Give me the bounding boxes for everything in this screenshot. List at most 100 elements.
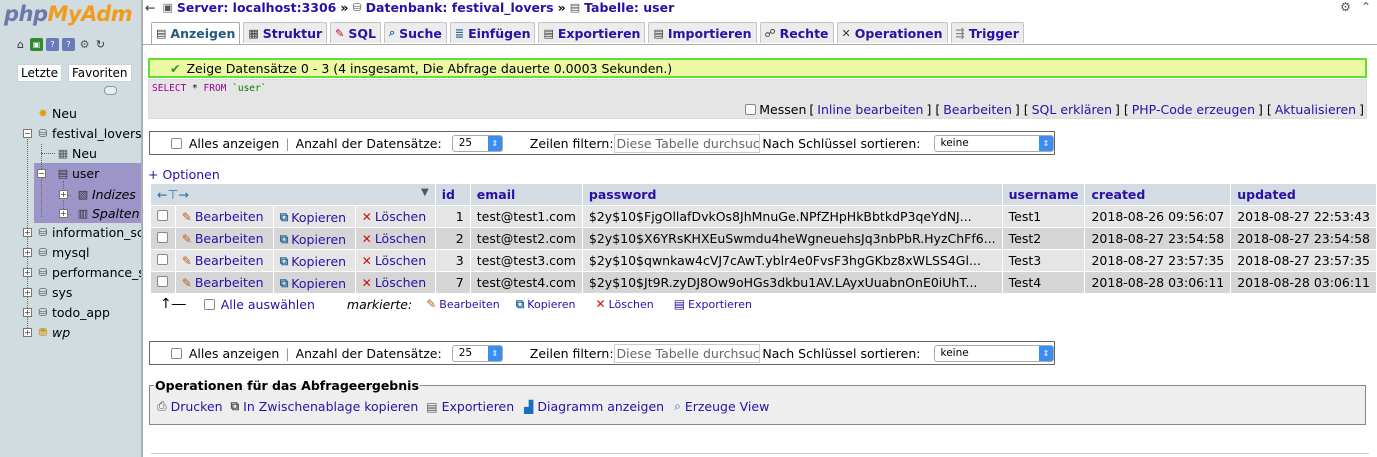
row-checkbox[interactable] xyxy=(157,276,168,287)
filter-rows-input[interactable]: Diese Tabelle durchsuchen xyxy=(613,133,761,153)
tab-sql[interactable]: ✎ SQL xyxy=(330,22,381,43)
sort-key-select[interactable]: keine ⇕ xyxy=(933,134,1055,152)
docs-icon[interactable]: ? xyxy=(62,38,75,51)
cell-id[interactable]: 1 xyxy=(435,206,470,227)
cell-created[interactable]: 2018-08-26 09:56:07 xyxy=(1085,206,1231,227)
row-delete-button[interactable]: ✕ Löschen xyxy=(362,231,426,246)
tab-insert[interactable]: ≣ Einfügen xyxy=(449,22,536,43)
create-view-link[interactable]: Erzeuge View xyxy=(685,399,769,414)
bulk-edit-button[interactable]: ✎ Bearbeiten xyxy=(426,297,500,311)
cell-username[interactable]: Test3 xyxy=(1002,250,1085,271)
tree-columns[interactable]: ▥ Spalten xyxy=(76,206,140,221)
expand-toggle-icon[interactable]: + xyxy=(23,308,32,317)
show-all-checkbox[interactable] xyxy=(171,137,182,149)
options-toggle[interactable]: + Optionen xyxy=(148,167,220,182)
tree-db-sys[interactable]: ⛁ sys xyxy=(36,285,72,300)
expand-toggle-icon[interactable]: + xyxy=(23,328,32,337)
cell-id[interactable]: 7 xyxy=(435,272,470,293)
row-checkbox[interactable] xyxy=(157,254,168,265)
cell-username[interactable]: Test4 xyxy=(1002,272,1085,293)
query-window-icon[interactable]: ? xyxy=(46,38,59,51)
logout-icon[interactable]: ▣ xyxy=(30,38,43,51)
row-edit-button[interactable]: ✎ Bearbeiten xyxy=(182,231,264,246)
tree-db-festival-lovers[interactable]: ⛁ festival_lovers xyxy=(36,126,141,141)
cell-created[interactable]: 2018-08-27 23:57:35 xyxy=(1085,250,1231,271)
tab-export[interactable]: ▤ Exportieren xyxy=(538,22,646,43)
row-checkbox[interactable] xyxy=(157,232,168,243)
tree-db-performance-schema[interactable]: ⛁ performance_s xyxy=(36,265,141,280)
filter-rows-input[interactable]: Diese Tabelle durchsuchen xyxy=(613,343,761,363)
tree-table-user[interactable]: ▤ user xyxy=(56,166,99,181)
cell-password[interactable]: $2y$10$FjgOllafDvkOs8JhMnuGe.NPfZHpHkBbt… xyxy=(582,206,1002,227)
cell-id[interactable]: 3 xyxy=(435,250,470,271)
recent-tab[interactable]: Letzte xyxy=(17,64,62,82)
cell-id[interactable]: 2 xyxy=(435,228,470,249)
tab-privileges[interactable]: ☍ Rechte xyxy=(759,22,834,43)
cell-updated[interactable]: 2018-08-27 23:54:58 xyxy=(1231,228,1376,249)
explain-sql-link[interactable]: SQL erklären xyxy=(1032,102,1112,117)
row-edit-button[interactable]: ✎ Bearbeiten xyxy=(182,275,264,290)
expand-toggle-icon[interactable]: + xyxy=(59,190,68,199)
tab-search[interactable]: ⌕ Suche xyxy=(383,22,447,43)
tree-db-information-schema[interactable]: ⛁ information_sc xyxy=(36,225,141,240)
column-visibility-dropdown-icon[interactable]: ▼ xyxy=(421,187,429,198)
row-edit-button[interactable]: ✎ Bearbeiten xyxy=(182,253,264,268)
tab-triggers[interactable]: ⇶ Trigger xyxy=(950,22,1024,43)
display-chart-link[interactable]: Diagramm anzeigen xyxy=(537,399,664,414)
cell-updated[interactable]: 2018-08-27 23:57:35 xyxy=(1231,250,1376,271)
row-copy-button[interactable]: ⧉ Kopieren xyxy=(280,210,346,225)
inline-edit-link[interactable]: Inline bearbeiten xyxy=(817,102,923,117)
tree-db-todo-app[interactable]: ⛁ todo_app xyxy=(36,305,110,320)
row-copy-button[interactable]: ⧉ Kopieren xyxy=(280,254,346,269)
collapse-toggle-icon[interactable]: − xyxy=(37,169,46,178)
cell-email[interactable]: test@test1.com xyxy=(470,206,582,227)
show-all-checkbox[interactable] xyxy=(171,347,182,359)
breadcrumb-database[interactable]: Datenbank: festival_lovers xyxy=(366,0,554,15)
row-delete-button[interactable]: ✕ Löschen xyxy=(362,209,426,224)
cell-password[interactable]: $2y$10$qwnkaw4cVJ7cAwT.yblr4e0FvsF3hgGKb… xyxy=(582,250,1002,271)
row-delete-button[interactable]: ✕ Löschen xyxy=(362,275,426,290)
column-header-created[interactable]: created xyxy=(1085,184,1231,205)
expand-toggle-icon[interactable]: + xyxy=(23,228,32,237)
bulk-delete-button[interactable]: ✕ Löschen xyxy=(596,297,654,311)
column-resize-icon[interactable]: ←⊤→ xyxy=(157,187,189,202)
export-link[interactable]: Exportieren xyxy=(442,399,515,414)
breadcrumb-table[interactable]: Tabelle: user xyxy=(584,0,674,15)
cell-password[interactable]: $2y$10$X6YRsKHXEuSwmdu4heWgneuehsJq3nbPb… xyxy=(582,228,1002,249)
copy-to-clipboard-link[interactable]: In Zwischenablage kopieren xyxy=(243,399,418,414)
phpmyadmin-logo[interactable]: phpMyAdm xyxy=(4,2,133,26)
cell-updated[interactable]: 2018-08-27 22:53:43 xyxy=(1231,206,1376,227)
tree-new-table[interactable]: ▦ Neu xyxy=(56,146,97,161)
link-with-main-icon[interactable] xyxy=(104,86,117,95)
row-copy-button[interactable]: ⧉ Kopieren xyxy=(280,276,346,291)
row-count-select[interactable]: 25 ⇕ xyxy=(451,344,503,362)
select-all-checkbox[interactable] xyxy=(203,298,215,310)
row-copy-button[interactable]: ⧉ Kopieren xyxy=(280,232,346,247)
edit-query-link[interactable]: Bearbeiten xyxy=(943,102,1012,117)
settings-icon[interactable]: ⚙ xyxy=(78,38,91,51)
tree-db-wp[interactable]: ⛃ wp xyxy=(36,325,70,340)
cell-email[interactable]: test@test2.com xyxy=(470,228,582,249)
expand-toggle-icon[interactable]: + xyxy=(23,288,32,297)
print-link[interactable]: Drucken xyxy=(171,399,223,414)
breadcrumb-server[interactable]: Server: localhost:3306 xyxy=(177,0,336,15)
cell-password[interactable]: $2y$10$Jt9R.zyDJ8Ow9oHGs3dkbu1AV.LAyxUua… xyxy=(582,272,1002,293)
column-header-password[interactable]: password xyxy=(582,184,1002,205)
select-all-label[interactable]: Alle auswählen xyxy=(221,297,315,312)
sql-query-text[interactable]: SELECT * FROM `user` xyxy=(152,83,266,94)
row-delete-button[interactable]: ✕ Löschen xyxy=(362,253,426,268)
cell-username[interactable]: Test2 xyxy=(1002,228,1085,249)
cell-email[interactable]: test@test3.com xyxy=(470,250,582,271)
cell-created[interactable]: 2018-08-28 03:06:11 xyxy=(1085,272,1231,293)
row-edit-button[interactable]: ✎ Bearbeiten xyxy=(182,209,264,224)
tab-import[interactable]: ▤ Importieren xyxy=(648,22,757,43)
column-header-updated[interactable]: updated xyxy=(1231,184,1376,205)
favorites-tab[interactable]: Favoriten xyxy=(67,64,132,82)
collapse-up-icon[interactable]: ⌃ xyxy=(1361,0,1371,14)
collapse-toggle-icon[interactable]: − xyxy=(23,129,32,138)
expand-toggle-icon[interactable]: + xyxy=(23,248,32,257)
column-header-email[interactable]: email xyxy=(470,184,582,205)
back-arrow-icon[interactable]: ← xyxy=(145,0,155,15)
sort-key-select[interactable]: keine ⇕ xyxy=(933,344,1055,362)
row-count-select[interactable]: 25 ⇕ xyxy=(451,134,503,152)
